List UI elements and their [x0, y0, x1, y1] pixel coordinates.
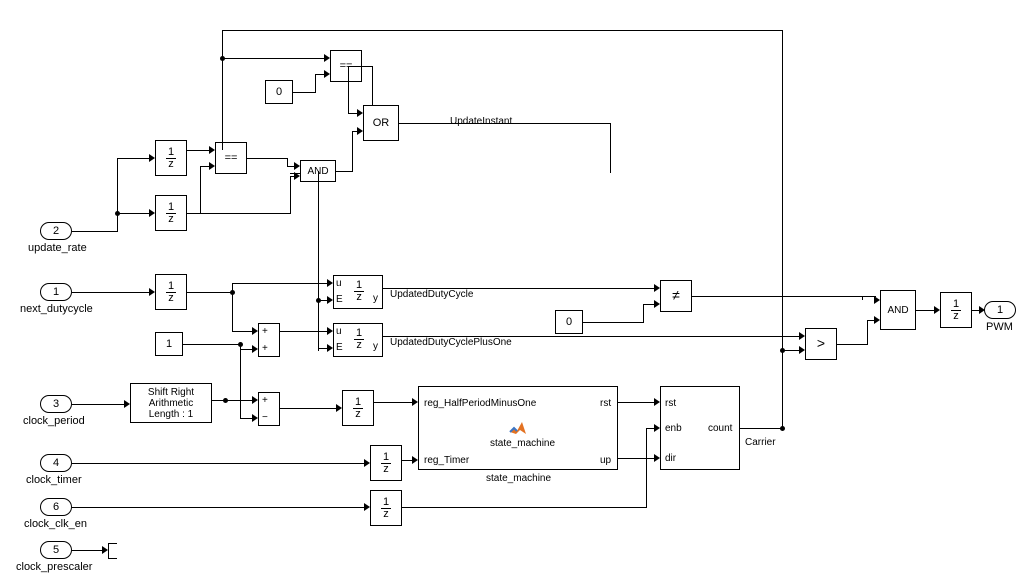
cnt-label: Carrier — [745, 437, 776, 448]
sm-title: state_machine — [490, 438, 555, 449]
delay-block-4[interactable]: 1z — [342, 390, 374, 426]
inport-update-rate-label: update_rate — [28, 242, 87, 254]
outport-pwm-label: PWM — [986, 321, 1013, 333]
inport-update-rate[interactable]: 2 — [40, 222, 72, 240]
inport-clock-timer[interactable]: 4 — [40, 454, 72, 472]
delay-block-out[interactable]: 1z — [940, 292, 972, 328]
logic-and-2[interactable]: AND — [880, 290, 916, 330]
sm-out1: rst — [600, 398, 611, 409]
inport-clock-clk-en-label: clock_clk_en — [24, 518, 87, 530]
lbl-update-instant: UpdateInstant — [450, 116, 512, 127]
shift-right-block[interactable]: Shift Right Arithmetic Length : 1 — [130, 383, 212, 423]
inport-next-dutycycle[interactable]: 1 — [40, 283, 72, 301]
ed1-E: E — [336, 294, 343, 305]
delay-block-2[interactable]: 1z — [155, 195, 187, 231]
outport-pwm[interactable]: 1 — [984, 301, 1016, 319]
simulink-diagram: 2 update_rate 1 next_dutycycle 3 clock_p… — [0, 0, 1024, 583]
cnt-enb: enb — [665, 423, 682, 434]
constant-zero-1[interactable]: 0 — [265, 80, 293, 104]
inport-clock-timer-label: clock_timer — [26, 474, 82, 486]
sum-pm-bot: − — [262, 412, 268, 423]
terminator[interactable] — [108, 543, 117, 559]
inport-clock-prescaler[interactable]: 5 — [40, 541, 72, 559]
sm-in1: reg_HalfPeriodMinusOne — [424, 398, 536, 409]
lbl-updated-dutycycle-plus-one: UpdatedDutyCyclePlusOne — [390, 337, 512, 348]
cnt-rst: rst — [665, 398, 676, 409]
sum-pp-top: + — [262, 326, 268, 337]
ed1-y: y — [373, 293, 378, 304]
inport-clock-prescaler-label: clock_prescaler — [16, 561, 92, 573]
delay-block-6[interactable]: 1z — [370, 490, 402, 526]
sm-sub: state_machine — [486, 473, 551, 484]
inport-clock-period[interactable]: 3 — [40, 395, 72, 413]
matlab-icon — [508, 420, 528, 436]
inport-next-dutycycle-label: next_dutycycle — [20, 303, 93, 315]
delay-block-1[interactable]: 1z — [155, 140, 187, 176]
ed1-u: u — [336, 278, 342, 289]
sum-pm-top: + — [262, 395, 268, 406]
delay-block-3[interactable]: 1z — [155, 274, 187, 310]
constant-zero-2[interactable]: 0 — [555, 310, 583, 334]
sum-pp-bot: + — [262, 343, 268, 354]
cnt-dir: dir — [665, 453, 676, 464]
lbl-updated-dutycycle: UpdatedDutyCycle — [390, 289, 473, 300]
sm-in2: reg_Timer — [424, 455, 469, 466]
delay-block-5[interactable]: 1z — [370, 445, 402, 481]
inport-clock-clk-en[interactable]: 6 — [40, 498, 72, 516]
compare-gt[interactable]: > — [805, 328, 837, 360]
ed2-E: E — [336, 342, 343, 353]
compare-ne[interactable]: ≠ — [660, 280, 692, 312]
compare-eq-2[interactable]: == — [215, 142, 247, 174]
ed2-u: u — [336, 326, 342, 337]
ed2-y: y — [373, 341, 378, 352]
constant-one[interactable]: 1 — [155, 332, 183, 356]
logic-or[interactable]: OR — [363, 105, 399, 141]
cnt-out: count — [708, 423, 732, 434]
sm-out2: up — [600, 455, 611, 466]
inport-clock-period-label: clock_period — [23, 415, 85, 427]
